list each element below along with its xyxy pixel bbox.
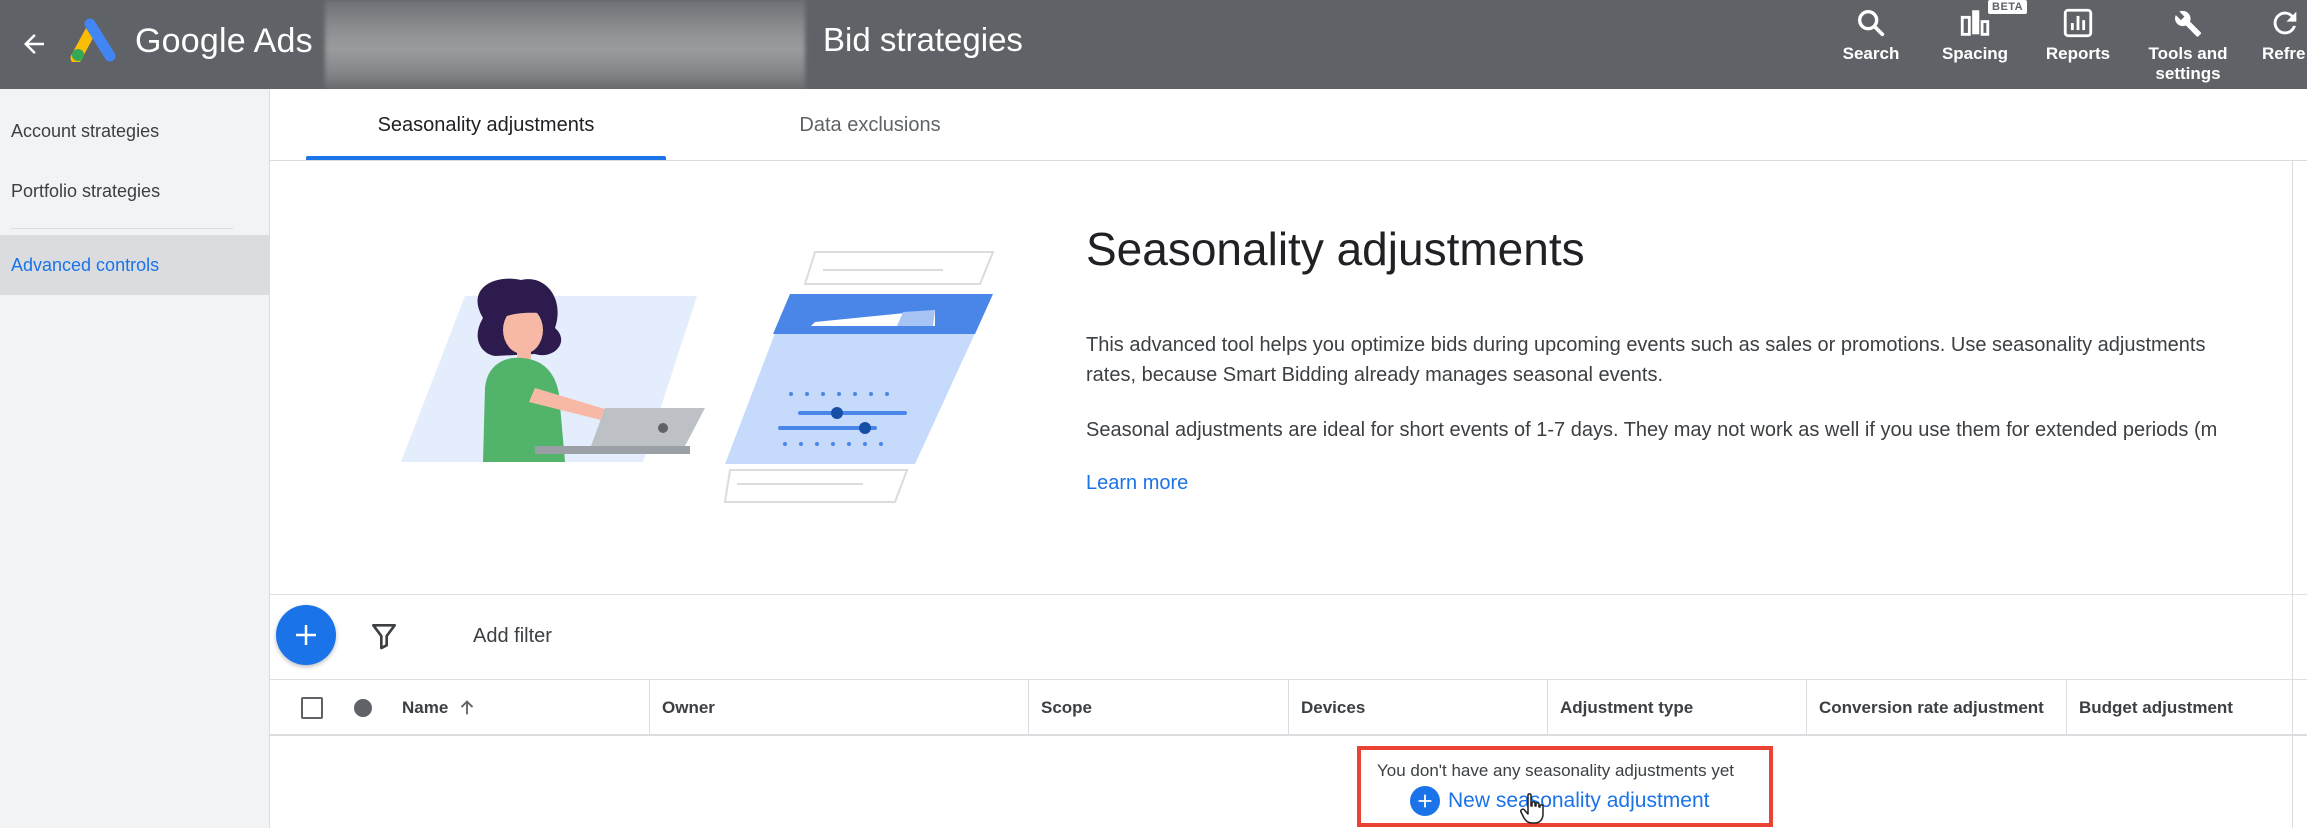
select-all-checkbox[interactable] <box>301 697 323 719</box>
beta-badge: BETA <box>1988 0 2028 14</box>
add-filter-button[interactable]: Add filter <box>473 625 552 648</box>
column-header-devices[interactable]: Devices <box>1301 680 1541 736</box>
tab-label: Seasonality adjustments <box>377 113 595 136</box>
sidebar-item-label: Advanced controls <box>11 254 160 275</box>
sidebar-divider <box>11 228 233 229</box>
search-tool-label: Search <box>1842 44 1900 63</box>
arrow-up-sort-icon <box>461 700 474 715</box>
column-header-conversion-rate-adjustment[interactable]: Conversion rate adjustment <box>1819 680 2069 736</box>
hero-description-paragraph-2: Seasonal adjustments are ideal for short… <box>1086 419 2218 441</box>
wrench-icon <box>2175 10 2202 37</box>
column-header-label: Scope <box>1041 698 1093 717</box>
brand-name: Google Ads <box>135 22 313 60</box>
plus-circle-icon <box>1410 786 1440 816</box>
seasonality-illustration <box>401 251 995 503</box>
reports-tool-label: Reports <box>2045 44 2111 63</box>
refresh-tool-label: Refre <box>2262 44 2306 63</box>
new-seasonality-adjustment-button[interactable]: New seasonality adjustment <box>1410 786 1709 816</box>
learn-more-link[interactable]: Learn more <box>1086 472 1188 495</box>
hand-pointer-cursor-icon <box>1520 793 1544 824</box>
column-header-label: Devices <box>1301 698 1366 717</box>
hero-description-line-2: rates, because Smart Bidding already man… <box>1086 364 1664 386</box>
sidebar-item-account-strategies[interactable]: Account strategies <box>0 101 269 161</box>
tab-bar: Seasonality adjustments Data exclusions <box>270 89 2307 161</box>
left-nav: Account strategies Portfolio strategies … <box>0 89 270 828</box>
column-separator <box>1806 680 1807 736</box>
column-separator <box>1288 680 1289 736</box>
search-icon <box>1857 9 1885 37</box>
column-header-scope[interactable]: Scope <box>1041 680 1281 736</box>
column-header-name[interactable]: Name <box>402 680 642 736</box>
column-header-owner[interactable]: Owner <box>662 680 1022 736</box>
column-header-label: Name <box>402 698 449 717</box>
sidebar-item-advanced-controls[interactable]: Advanced controls <box>0 235 269 295</box>
column-separator <box>2066 680 2067 736</box>
plus-icon <box>296 625 316 645</box>
back-arrow-icon[interactable] <box>12 22 56 66</box>
spacing-tool-label: Spacing <box>1941 44 2009 63</box>
new-seasonality-adjustment-label: New seasonality adjustment <box>1448 789 1710 812</box>
sidebar-item-label: Portfolio strategies <box>11 180 161 201</box>
google-ads-logo-icon <box>70 18 118 64</box>
tools-and-settings-button[interactable]: Tools and settings <box>2143 0 2233 89</box>
tab-seasonality-adjustments[interactable]: Seasonality adjustments <box>306 89 666 161</box>
account-name-blurred <box>325 0 805 89</box>
column-separator <box>1028 680 1029 736</box>
table-header: Name Owner Scope Devices Adjustment type… <box>270 680 2307 736</box>
column-header-adjustment-type[interactable]: Adjustment type <box>1560 680 1800 736</box>
active-tab-indicator <box>306 156 666 160</box>
filter-icon[interactable] <box>368 620 400 652</box>
status-dot-icon <box>354 699 372 717</box>
reports-icon <box>2063 8 2093 38</box>
hero-title: Seasonality adjustments <box>1086 223 1585 275</box>
hero-description-line-1: This advanced tool helps you optimize bi… <box>1086 334 2206 356</box>
refresh-tool-button[interactable]: Refre <box>2262 0 2307 89</box>
tools-and-settings-label: Tools and settings <box>2148 44 2228 83</box>
column-header-label: Adjustment type <box>1560 698 1694 717</box>
column-header-label: Conversion rate adjustment <box>1819 698 2044 717</box>
top-app-bar: Google Ads Bid strategies Search Spacing… <box>0 0 2307 89</box>
tab-label: Data exclusions <box>799 113 941 136</box>
tab-data-exclusions[interactable]: Data exclusions <box>720 89 1020 161</box>
refresh-icon <box>2273 11 2297 35</box>
reports-tool-button[interactable]: Reports <box>2040 0 2116 89</box>
column-header-budget-adjustment[interactable]: Budget adjustment <box>2079 680 2299 736</box>
spacing-icon <box>1960 10 1990 36</box>
column-separator <box>649 680 650 736</box>
content-right-border <box>2292 161 2293 828</box>
column-header-label: Budget adjustment <box>2079 698 2233 717</box>
sidebar-item-portfolio-strategies[interactable]: Portfolio strategies <box>0 161 269 221</box>
add-button[interactable] <box>276 605 336 665</box>
empty-state-message: You don't have any seasonality adjustmen… <box>1377 761 1735 780</box>
sidebar-item-label: Account strategies <box>11 120 160 141</box>
page-title: Bid strategies <box>823 21 1023 58</box>
column-separator <box>1547 680 1548 736</box>
column-header-label: Owner <box>662 698 715 717</box>
search-tool-button[interactable]: Search <box>1838 0 1904 89</box>
table-toolbar <box>270 594 2307 680</box>
